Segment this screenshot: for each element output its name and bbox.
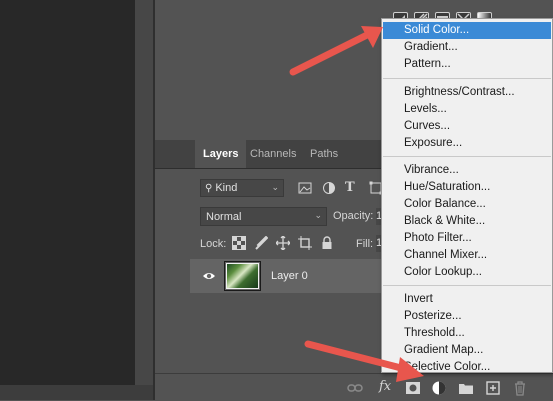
pixel-layer-filter-icon[interactable] [298,181,312,195]
eye-visibility-icon[interactable] [202,271,216,281]
lock-all-icon[interactable] [320,236,334,250]
menu-item-curves[interactable]: Curves... [404,118,450,135]
menu-item-color-lookup[interactable]: Color Lookup... [404,264,482,281]
menu-separator [383,78,551,79]
lock-label: Lock: [200,238,227,250]
chevron-down-icon: ⌄ [271,182,279,192]
search-icon: ⚲ [205,182,213,194]
layer-name[interactable]: Layer 0 [271,270,308,282]
canvas-scroll-gutter [135,0,153,385]
menu-item-brightness-contrast[interactable]: Brightness/Contrast... [404,84,515,101]
tab-paths[interactable]: Paths [302,140,346,168]
adjustment-layer-icon[interactable] [431,380,447,396]
menu-item-pattern[interactable]: Pattern... [404,56,451,73]
blend-mode-value: Normal [206,210,242,223]
lock-image-pixels-icon[interactable] [254,236,268,250]
menu-item-invert[interactable]: Invert [404,291,433,308]
lock-artboard-icon[interactable] [298,236,312,250]
layer-thumbnail [226,263,259,289]
chevron-down-icon: ⌄ [314,210,322,220]
adjustment-layer-menu: Solid Color... Gradient... Pattern... Br… [381,18,553,373]
menu-item-hue-saturation[interactable]: Hue/Saturation... [404,179,490,196]
menu-separator [383,285,551,286]
opacity-label: Opacity: [333,210,374,222]
menu-item-color-balance[interactable]: Color Balance... [404,196,486,213]
status-bar [0,385,153,400]
menu-item-photo-filter[interactable]: Photo Filter... [404,230,472,247]
fill-label: Fill: [356,238,374,250]
adjustment-layer-filter-icon[interactable] [322,181,336,195]
annotation-arrow-icon [289,26,383,76]
menu-item-black-white[interactable]: Black & White... [404,213,485,230]
filter-kind-select[interactable]: ⚲ Kind ⌄ [200,179,284,197]
document-canvas-area [0,0,135,385]
trash-icon[interactable] [512,380,528,396]
menu-item-levels[interactable]: Levels... [404,101,447,118]
tab-layers[interactable]: Layers [195,140,247,168]
menu-item-exposure[interactable]: Exposure... [404,135,462,152]
menu-item-solid-color[interactable]: Solid Color... [383,22,551,39]
menu-item-channel-mixer[interactable]: Channel Mixer... [404,247,487,264]
blend-mode-select[interactable]: Normal ⌄ [200,207,327,226]
menu-item-gradient[interactable]: Gradient... [404,39,458,56]
annotation-arrow-icon [304,340,424,382]
menu-separator [383,156,551,157]
filter-kind-label: Kind [215,182,238,194]
menu-item-vibrance[interactable]: Vibrance... [404,162,459,179]
folder-icon[interactable] [458,380,474,396]
new-layer-icon[interactable] [485,380,501,396]
type-layer-filter-icon[interactable]: T [345,180,355,195]
lock-position-icon[interactable] [276,236,290,250]
tab-channels[interactable]: Channels [242,140,304,168]
lock-transparent-pixels-icon[interactable] [232,236,246,250]
menu-item-posterize[interactable]: Posterize... [404,308,462,325]
